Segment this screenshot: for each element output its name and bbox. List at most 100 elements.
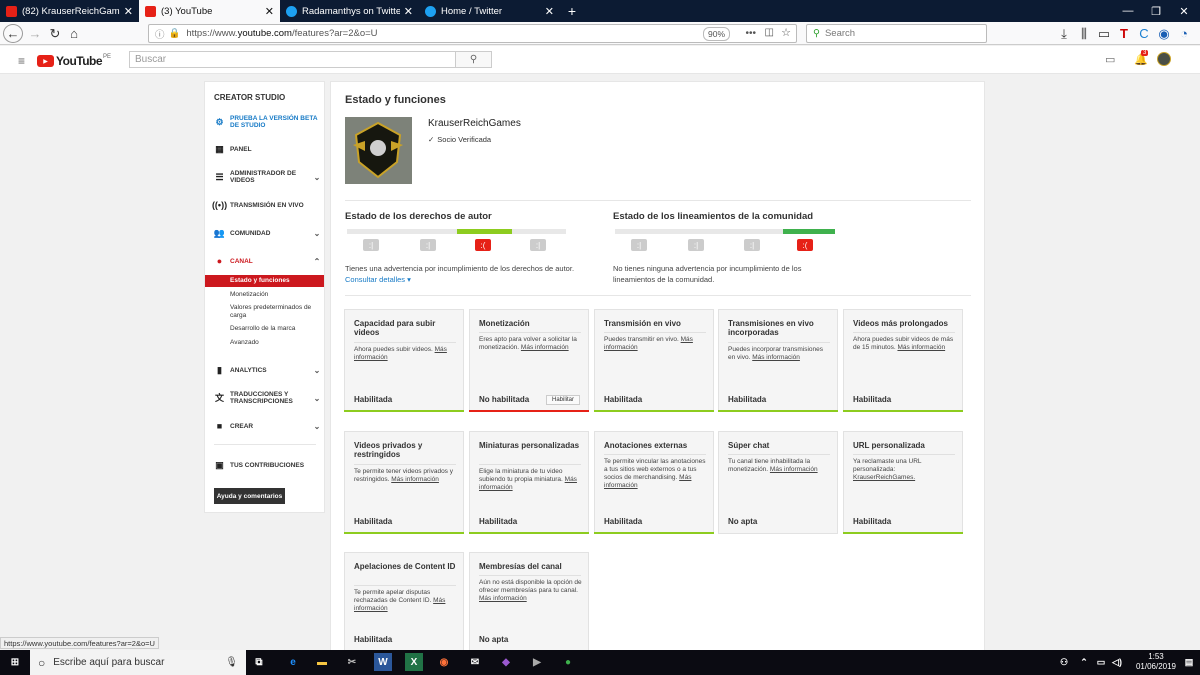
close-window-icon[interactable]: ✕ <box>1170 0 1198 22</box>
chevron-down-icon[interactable]: ⌄ <box>310 173 324 181</box>
more-info-link[interactable]: KrauserReichGames. <box>853 474 915 481</box>
pocket-icon[interactable]: ◫ <box>765 27 774 38</box>
volume-icon[interactable]: ◁) <box>1108 653 1126 671</box>
youtube-play-icon: ▶ <box>37 55 54 67</box>
file-explorer-icon[interactable]: ▬ <box>313 653 331 671</box>
chevron-down-icon[interactable]: ⌄ <box>310 230 324 238</box>
twitter-favicon-icon <box>286 5 297 17</box>
youtube-logo[interactable]: ▶ YouTube PE <box>37 54 111 68</box>
mail-icon[interactable]: ✉ <box>466 653 484 671</box>
bookmark-star-icon[interactable]: ☆ <box>781 26 791 39</box>
word-icon[interactable]: W <box>374 653 392 671</box>
feature-card: Monetización Eres apto para volver a soli… <box>469 309 589 412</box>
chrome-icon[interactable]: ● <box>559 653 577 671</box>
search-input[interactable]: Buscar <box>130 52 455 67</box>
zoom-indicator[interactable]: 90% <box>702 27 730 41</box>
chevron-down-icon[interactable]: ⌄ <box>310 394 324 402</box>
sidebar-item-channel[interactable]: ● CANAL ⌃ <box>205 256 324 267</box>
home-icon[interactable]: ⌂ <box>64 24 84 43</box>
chevron-down-icon[interactable]: ⌄ <box>310 367 324 375</box>
clock-time: 1:53 <box>1148 652 1164 661</box>
sidebar-item-create[interactable]: ■ CREAR ⌄ <box>205 421 324 432</box>
library-icon[interactable]: ⫼ <box>1074 24 1094 43</box>
channel-icon: ● <box>216 256 223 266</box>
microphone-icon[interactable]: 🎙 <box>225 657 238 668</box>
close-icon[interactable]: ✕ <box>265 5 274 18</box>
windows-start-icon[interactable]: ⊞ <box>6 653 24 671</box>
people-icon[interactable]: ⚇ <box>1055 653 1073 671</box>
copyright-details-link[interactable]: Consultar detalles ▾ <box>345 274 411 285</box>
browser-tab[interactable]: Radamanthys on Twitter: "@Te ✕ <box>280 0 419 22</box>
minimize-icon[interactable]: — <box>1114 0 1142 22</box>
new-tab-button[interactable]: + <box>562 0 582 22</box>
back-icon[interactable]: ← <box>3 24 23 43</box>
sidebar-subitem-monetization[interactable]: Monetización <box>205 291 324 299</box>
taskbar-search[interactable]: ○ Escribe aquí para buscar 🎙 <box>30 650 246 675</box>
close-icon[interactable]: ✕ <box>124 5 133 18</box>
excel-icon[interactable]: X <box>405 653 423 671</box>
edge-icon[interactable]: e <box>284 653 302 671</box>
more-info-link[interactable]: Más información <box>752 354 800 361</box>
sidebar-subitem-advanced[interactable]: Avanzado <box>205 339 324 347</box>
taskbar-clock[interactable]: 1:53 01/06/2019 <box>1136 652 1176 672</box>
restore-icon[interactable]: ❐ <box>1142 0 1170 22</box>
sidebar-item-panel[interactable]: ▦ PANEL <box>205 144 324 155</box>
browser-tab-active[interactable]: (3) YouTube ✕ <box>139 0 280 22</box>
reload-icon[interactable]: ↻ <box>45 24 65 43</box>
sidebar-item-video-manager[interactable]: ☰ ADMINISTRADOR DE VIDEOS ⌄ <box>205 170 324 184</box>
youtube-search[interactable]: Buscar ⚲ <box>129 51 492 68</box>
more-info-link[interactable]: Más información <box>391 476 439 483</box>
app-icon[interactable]: ▶ <box>528 653 546 671</box>
sidebar-item-beta[interactable]: ⚙ PRUEBA LA VERSIÓN BETA DE STUDIO <box>205 115 324 129</box>
browser-search-input[interactable]: ⚲ Search <box>806 24 987 43</box>
sidebar-item-community[interactable]: 👥 COMUNIDAD ⌄ <box>205 228 324 239</box>
chevron-down-icon[interactable]: ⌄ <box>310 423 324 431</box>
channel-name[interactable]: KrauserReichGames <box>428 118 521 129</box>
info-icon[interactable]: ⓘ <box>155 27 165 41</box>
notifications-center-icon[interactable]: ▤ <box>1180 653 1198 671</box>
close-icon[interactable]: ✕ <box>545 5 554 18</box>
more-info-link[interactable]: Más información <box>897 344 945 351</box>
extension-icon[interactable]: ◉ <box>1154 24 1174 43</box>
more-info-link[interactable]: Más información <box>521 344 569 351</box>
feature-description: Ahora puedes subir videos. Más informaci… <box>354 346 458 362</box>
search-icon[interactable]: ⚲ <box>455 52 491 67</box>
tray-up-icon[interactable]: ⌃ <box>1075 653 1093 671</box>
help-feedback-button[interactable]: Ayuda y comentarios <box>214 488 285 504</box>
browser-tab[interactable]: Home / Twitter ✕ <box>419 0 560 22</box>
forward-icon[interactable]: → <box>25 24 45 43</box>
page-actions-icon[interactable]: ••• <box>745 28 756 39</box>
extension-t-icon[interactable]: T <box>1114 24 1134 43</box>
chevron-up-icon[interactable]: ⌃ <box>310 258 324 266</box>
sidebar-subitem-upload-defaults[interactable]: Valores predeterminados de carga <box>205 304 324 320</box>
twitter-favicon-icon <box>425 5 436 17</box>
enable-button[interactable]: Habilitar <box>545 395 580 405</box>
close-icon[interactable]: ✕ <box>404 5 413 18</box>
divider <box>604 454 706 455</box>
menu-icon[interactable]: ≡ <box>18 54 25 68</box>
sidebar-subitem-status[interactable]: Estado y funciones <box>205 275 324 287</box>
url-bar[interactable]: ⓘ 🔒 https://www. youtube.com/features?ar=… <box>148 24 797 43</box>
browser-tab[interactable]: (82) KrauserReichGames - YouT ✕ <box>0 0 139 22</box>
account-icon[interactable]: ◔ <box>1174 24 1194 43</box>
visual-studio-icon[interactable]: ◆ <box>497 653 515 671</box>
feature-title: Monetización <box>479 319 530 328</box>
upload-video-icon[interactable]: ▭ <box>1105 53 1115 66</box>
more-info-link[interactable]: Más información <box>479 595 527 602</box>
feature-title: Miniaturas personalizadas <box>479 441 580 450</box>
feature-description: Ahora puedes subir videos de más de 15 m… <box>853 336 957 352</box>
sidebar-item-translations[interactable]: 文 TRADUCCIONES Y TRANSCRIPCIONES ⌄ <box>205 391 324 405</box>
sidebar-subitem-branding[interactable]: Desarrollo de la marca <box>205 325 324 333</box>
avatar[interactable] <box>1157 52 1171 66</box>
firefox-icon[interactable]: ◉ <box>435 653 453 671</box>
tools-icon[interactable]: ✂ <box>343 653 361 671</box>
sidebar-toggle-icon[interactable]: ▭ <box>1094 24 1114 43</box>
download-icon[interactable]: ⤓ <box>1054 24 1074 43</box>
sidebar-item-analytics[interactable]: ▮ ANALYTICS ⌄ <box>205 365 324 376</box>
sidebar-item-contributions[interactable]: ▣ TUS CONTRIBUCIONES <box>205 460 324 471</box>
more-info-link[interactable]: Más información <box>770 466 818 473</box>
sidebar-item-live[interactable]: ((•)) TRANSMISIÓN EN VIVO <box>205 200 324 211</box>
task-view-icon[interactable]: ⧉ <box>250 653 268 671</box>
warning-face-icon: :( <box>475 239 491 251</box>
extension-c-icon[interactable]: C <box>1134 24 1154 43</box>
